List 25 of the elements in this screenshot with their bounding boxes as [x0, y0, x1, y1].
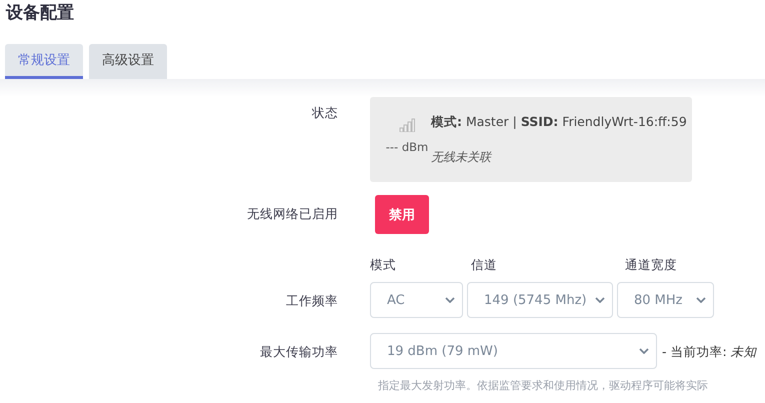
help-text: 指定最大发射功率。依据监管要求和使用情况，驱动程序可能将实际	[378, 378, 708, 393]
chevron-down-icon	[445, 297, 455, 303]
column-heading: 信道	[471, 257, 498, 274]
field-label: 状态	[310, 104, 338, 122]
select-field[interactable]: 19 dBm (79 mW)	[370, 333, 657, 369]
select-field[interactable]: 80 MHz	[617, 282, 714, 318]
page-title: 设备配置	[4, 2, 75, 25]
tab[interactable]: 常规设置	[5, 44, 83, 79]
disable-button[interactable]: 禁用	[375, 195, 429, 234]
column-heading: 通道宽度	[625, 257, 678, 274]
signal-reading: --- dBm	[386, 140, 428, 154]
signal-icon	[399, 118, 415, 132]
association-status: 无线未关联	[431, 149, 493, 166]
select-field[interactable]: AC	[370, 282, 463, 318]
chevron-down-icon	[595, 297, 605, 303]
field-label: 工作频率	[285, 292, 338, 310]
status-info: 模式: Master | SSID: FriendlyWrt-16:ff:59	[431, 114, 687, 131]
chevron-down-icon	[696, 297, 706, 303]
chevron-down-icon	[639, 348, 649, 354]
field-label: 无线网络已启用	[246, 205, 338, 223]
column-heading: 模式	[370, 257, 397, 274]
current-power: - 当前功率: 未知	[661, 343, 757, 361]
select-field[interactable]: 149 (5745 Mhz)	[467, 282, 613, 318]
tab[interactable]: 高级设置	[89, 44, 167, 79]
field-label: 最大传输功率	[259, 343, 338, 361]
